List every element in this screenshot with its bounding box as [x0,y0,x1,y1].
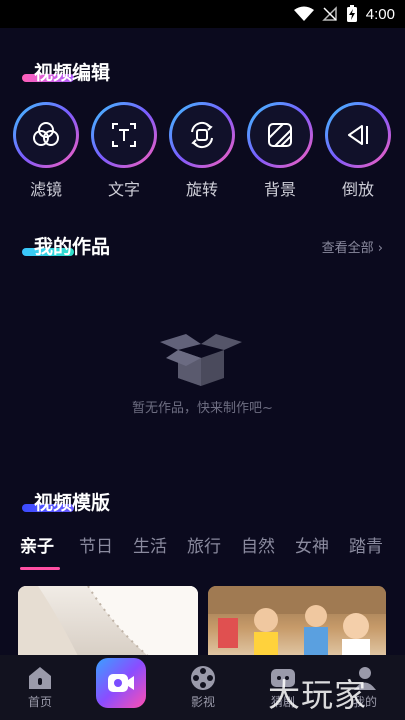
nav-home[interactable]: 首页 [10,663,70,710]
background-tool-label: 背景 [263,180,296,199]
filter-tool-button[interactable]: 滤镜 [13,102,79,200]
curtain-image [18,586,198,656]
rotate-icon [191,121,213,149]
tab-festival[interactable]: 节日 [79,532,113,557]
empty-works-text: 暂无作品，快来制作吧~ [132,401,273,416]
tab-life[interactable]: 生活 [133,532,167,557]
text-tool-button[interactable]: 文字 [91,102,157,200]
tab-nature[interactable]: 自然 [241,532,275,557]
edit-tools-row: 滤镜 文字 旋转 背景 倒放 [0,102,405,202]
film-reel-icon [191,666,215,690]
template-category-tabs: 亲子 节日 生活 旅行 自然 女神 踏青 [20,532,405,572]
filter-icon [33,122,59,146]
rotate-tool-button[interactable]: 旋转 [169,102,235,200]
active-tab-indicator [20,567,60,570]
nav-video-create-button[interactable] [96,658,146,708]
watermark-text: 大玩家 [268,676,368,714]
empty-box-icon [160,334,242,386]
filter-tool-label: 滤镜 [29,180,62,199]
status-time: 4:00 [365,5,395,23]
template-thumbnail[interactable] [208,586,386,656]
status-bar: 4:00 [0,0,405,28]
text-tool-label: 文字 [107,180,140,199]
nav-film-label: 影视 [190,695,215,709]
wifi-icon [293,6,314,21]
tab-travel[interactable]: 旅行 [187,532,221,557]
background-tool-button[interactable]: 背景 [247,102,313,200]
rotate-tool-label: 旋转 [185,180,218,199]
nav-film[interactable]: 影视 [173,663,233,710]
children-classroom-image [208,586,386,656]
no-signal-icon [321,6,337,21]
template-thumbnail[interactable] [18,586,198,656]
tab-goddess[interactable]: 女神 [295,532,329,557]
reverse-play-icon [348,125,368,145]
tab-spring-outing[interactable]: 踏青 [349,532,383,557]
templates-title: 视频模版 [34,492,111,514]
battery-charging-icon [346,5,357,22]
video-edit-title: 视频编辑 [34,62,111,84]
video-camera-icon [108,674,134,692]
see-all-link[interactable]: 查看全部 › [322,237,383,256]
my-works-title: 我的作品 [34,236,111,258]
reverse-tool-button[interactable]: 倒放 [325,102,391,200]
reverse-tool-label: 倒放 [341,180,374,199]
tab-parent-child[interactable]: 亲子 [20,532,60,570]
nav-home-label: 首页 [27,695,52,709]
home-icon [29,667,51,689]
background-icon [268,123,292,147]
text-icon [112,123,136,147]
